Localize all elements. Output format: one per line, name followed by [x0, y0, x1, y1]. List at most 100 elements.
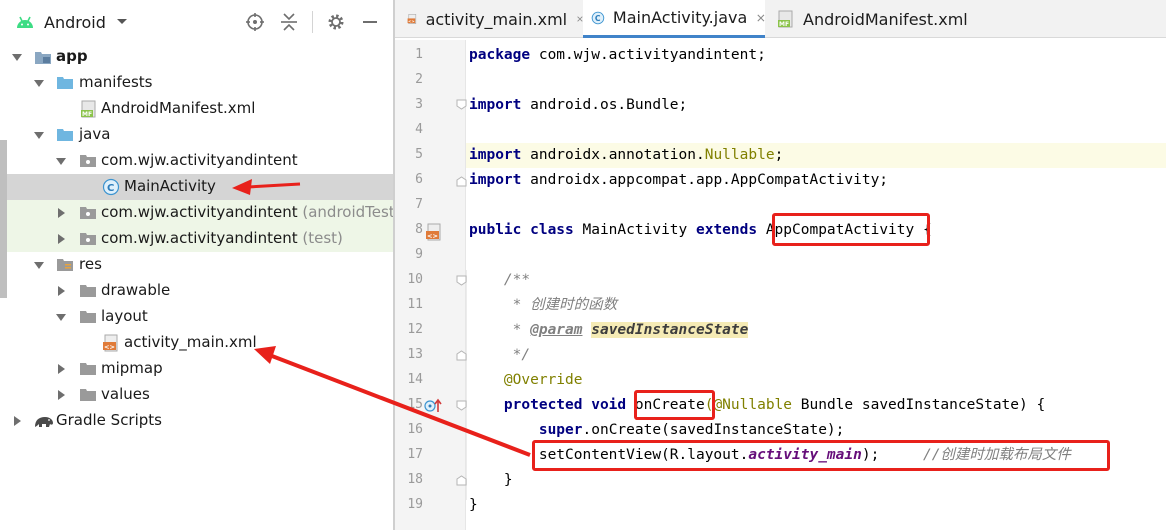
keyword: import: [469, 147, 522, 163]
fold-marker-icon[interactable]: [456, 176, 467, 187]
code-line-3[interactable]: import android.os.Bundle;: [469, 93, 687, 118]
code-line-1[interactable]: package com.wjw.activityandintent;: [469, 43, 766, 68]
tree-item-drawable[interactable]: drawable: [0, 278, 393, 304]
line-number[interactable]: 5: [395, 147, 423, 162]
line-number[interactable]: 11: [395, 297, 423, 312]
fold-marker-icon[interactable]: [456, 275, 467, 286]
svg-text:MF: MF: [779, 21, 789, 28]
line-number[interactable]: 1: [395, 47, 423, 62]
tree-item-values[interactable]: values: [0, 382, 393, 408]
related-layout-icon[interactable]: <>: [425, 223, 443, 241]
keyword: public class: [469, 222, 574, 238]
chevron-right-icon[interactable]: [56, 286, 66, 296]
comment-text: * 创建时的函数: [469, 297, 618, 313]
line-number[interactable]: 17: [395, 447, 423, 462]
line-number[interactable]: 6: [395, 172, 423, 187]
code-line-19[interactable]: }: [469, 493, 478, 518]
folder-icon: [80, 363, 96, 375]
line-number[interactable]: 4: [395, 122, 423, 137]
line-number[interactable]: 3: [395, 97, 423, 112]
highlight-box-superclass: [772, 213, 930, 246]
chevron-down-icon[interactable]: [34, 130, 44, 140]
chevron-down-icon[interactable]: [12, 52, 22, 62]
fold-marker-icon[interactable]: [456, 400, 467, 411]
fold-marker-icon[interactable]: [456, 350, 467, 361]
line-number[interactable]: 18: [395, 472, 423, 487]
source-set-suffix: (androidTest): [302, 203, 393, 221]
line-number[interactable]: 7: [395, 197, 423, 212]
code-line-10[interactable]: /**: [469, 268, 530, 293]
code-line-13[interactable]: */: [469, 343, 530, 368]
tab-activity-main-xml[interactable]: <> activity_main.xml: [403, 0, 583, 38]
code-text: android.os.Bundle;: [521, 97, 688, 113]
line-number[interactable]: 15: [395, 397, 423, 412]
code-text: MainActivity: [573, 222, 696, 238]
code-line-11[interactable]: * 创建时的函数: [469, 293, 617, 318]
code-line-6[interactable]: import androidx.appcompat.app.AppCompatA…: [469, 168, 888, 193]
tab-main-activity-java[interactable]: C MainActivity.java: [583, 0, 765, 38]
chevron-right-icon[interactable]: [56, 208, 66, 218]
tree-item-android-manifest[interactable]: MF AndroidManifest.xml: [0, 96, 393, 122]
tree-item-package-main[interactable]: com.wjw.activityandintent: [0, 148, 393, 174]
chevron-down-icon[interactable]: [34, 260, 44, 270]
code-line-5[interactable]: import androidx.annotation.Nullable;: [469, 143, 783, 168]
line-number[interactable]: 14: [395, 372, 423, 387]
override-method-icon[interactable]: [424, 398, 444, 414]
line-number[interactable]: 19: [395, 497, 423, 512]
chevron-down-icon[interactable]: [56, 312, 66, 322]
tab-label: AndroidManifest.xml: [803, 9, 968, 29]
code-line-18[interactable]: }: [469, 468, 513, 493]
package-name: com.wjw.activityandintent: [101, 229, 298, 247]
fold-marker-icon[interactable]: [456, 99, 467, 110]
chevron-right-icon[interactable]: [56, 364, 66, 374]
tree-item-layout[interactable]: layout: [0, 304, 393, 330]
tree-item-res[interactable]: res: [0, 252, 393, 278]
code-text: .onCreate(savedInstanceState);: [582, 422, 845, 438]
close-icon[interactable]: [757, 13, 765, 23]
locate-icon[interactable]: [244, 11, 266, 33]
tree-item-label: AndroidManifest.xml: [101, 99, 256, 117]
chevron-right-icon[interactable]: [56, 390, 66, 400]
tree-item-label: drawable: [101, 281, 171, 299]
tab-android-manifest-xml[interactable]: MF AndroidManifest.xml: [773, 0, 1013, 38]
annotation-text: Nullable: [704, 147, 775, 163]
tree-item-java[interactable]: java: [0, 122, 393, 148]
tree-item-package-android-test[interactable]: com.wjw.activityandintent (androidTest): [0, 200, 393, 226]
gear-icon[interactable]: [325, 11, 347, 33]
tree-item-activity-main-xml[interactable]: <> activity_main.xml: [0, 330, 393, 356]
code-line-14[interactable]: @Override: [469, 368, 583, 393]
tree-item-mipmap[interactable]: mipmap: [0, 356, 393, 382]
tree-item-manifests[interactable]: manifests: [0, 70, 393, 96]
chevron-down-icon[interactable]: [34, 78, 44, 88]
line-number[interactable]: 12: [395, 322, 423, 337]
keyword: import: [469, 97, 522, 113]
chevron-right-icon[interactable]: [56, 234, 66, 244]
collapse-all-icon[interactable]: [278, 11, 300, 33]
code-line-15[interactable]: protected void onCreate(@Nullable Bundle…: [469, 393, 1045, 418]
line-number[interactable]: 16: [395, 422, 423, 437]
fold-marker-icon[interactable]: [456, 475, 467, 486]
project-view-selector[interactable]: Android: [14, 11, 128, 33]
chevron-down-icon[interactable]: [56, 156, 66, 166]
tree-item-gradle-scripts[interactable]: Gradle Scripts: [0, 408, 393, 434]
line-number[interactable]: 9: [395, 247, 423, 262]
chevron-right-icon[interactable]: [12, 416, 22, 426]
line-number[interactable]: 13: [395, 347, 423, 362]
layout-xml-file-icon: <>: [407, 14, 417, 24]
tree-item-label: com.wjw.activityandintent (androidTest): [101, 203, 393, 221]
tree-item-app[interactable]: app: [0, 44, 393, 70]
svg-text:C: C: [595, 14, 601, 23]
line-number[interactable]: 10: [395, 272, 423, 287]
tree-item-main-activity[interactable]: C MainActivity: [0, 174, 393, 200]
tree-item-package-test[interactable]: com.wjw.activityandintent (test): [0, 226, 393, 252]
code-line-12[interactable]: * @param savedInstanceState: [469, 318, 749, 343]
code-text: }: [469, 472, 513, 488]
line-number[interactable]: 8: [395, 222, 423, 237]
tree-scrollbar[interactable]: [0, 140, 7, 298]
indent-guide: [466, 270, 467, 500]
minimize-icon[interactable]: [359, 11, 381, 33]
line-number[interactable]: 2: [395, 72, 423, 87]
keyword: protected void: [503, 397, 627, 413]
